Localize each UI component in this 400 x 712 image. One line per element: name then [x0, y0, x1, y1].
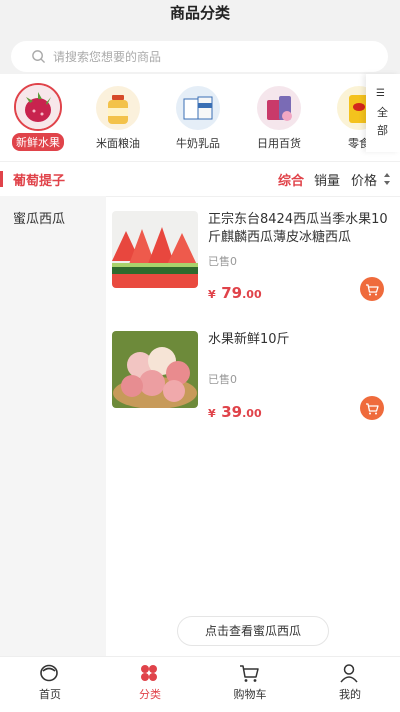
list-icon: ☰ [376, 88, 385, 99]
view-more-button[interactable]: 点击查看蜜瓜西瓜 [177, 616, 329, 646]
sidebar-item-melon[interactable]: 蜜瓜西瓜 [13, 208, 65, 227]
tab-profile[interactable]: 我的 [300, 657, 400, 712]
sort-arrows-icon [384, 173, 390, 185]
all-label-line1: 全 [377, 106, 388, 119]
price-currency: ¥ [208, 407, 216, 420]
all-categories-button[interactable]: ☰ 全 部 [366, 74, 400, 152]
tab-label: 购物车 [233, 688, 267, 701]
search-placeholder: 请搜索您想要的商品 [53, 50, 162, 64]
oil-bottle-icon [96, 86, 140, 130]
bottom-tab-bar: 首页 分类 购物车 我的 [0, 656, 400, 712]
product-title: 水果新鲜10斤 [208, 332, 290, 347]
search-area: 请搜索您想要的商品 [0, 28, 400, 74]
add-to-cart-button[interactable] [360, 277, 384, 301]
category-fresh-fruit[interactable]: 新鲜水果 [7, 82, 69, 154]
product-sold: 已售0 [208, 255, 237, 268]
dragon-fruit-icon [14, 83, 62, 131]
add-to-cart-button[interactable] [360, 396, 384, 420]
product-price: ¥ 39.00 [208, 402, 262, 421]
all-label-line2: 部 [377, 124, 388, 137]
price-currency: ¥ [208, 288, 216, 301]
price-integer: 79 [221, 284, 243, 302]
category-grain-oil[interactable]: 米面粮油 [87, 82, 149, 154]
subcategory-bar: 葡萄提子 综合 销量 价格 [0, 161, 400, 197]
sort-comprehensive[interactable]: 综合 [278, 170, 304, 189]
tab-cart[interactable]: 购物车 [200, 657, 300, 712]
tab-label: 分类 [139, 688, 161, 701]
product-sold: 已售0 [208, 373, 237, 386]
category-daily-goods[interactable]: 日用百货 [248, 82, 310, 154]
tab-home[interactable]: 首页 [0, 657, 100, 712]
search-input[interactable]: 请搜索您想要的商品 [11, 41, 388, 72]
apple-image [112, 331, 198, 408]
subcategory-marker [0, 171, 3, 187]
category-label: 日用百货 [257, 137, 301, 150]
category-label: 米面粮油 [96, 137, 140, 150]
subcategory-title: 葡萄提子 [13, 174, 66, 189]
tab-label: 首页 [39, 688, 61, 701]
category-icon [141, 665, 157, 681]
home-icon [40, 664, 58, 682]
price-integer: 39 [221, 403, 243, 421]
category-label: 牛奶乳品 [176, 137, 220, 150]
product-card[interactable]: 正宗东台8424西瓜当季水果10斤麒麟西瓜薄皮冰糖西瓜 已售0 ¥ 79.00 [112, 211, 392, 321]
tab-label: 我的 [339, 688, 361, 701]
tab-category[interactable]: 分类 [100, 657, 200, 712]
search-icon [32, 50, 45, 63]
price-decimal: .00 [242, 407, 262, 420]
product-card[interactable]: 水果新鲜10斤 已售0 ¥ 39.00 [112, 331, 392, 441]
sort-price[interactable]: 价格 [351, 170, 377, 189]
product-title: 正宗东台8424西瓜当季水果10斤麒麟西瓜薄皮冰糖西瓜 [208, 212, 388, 245]
product-price: ¥ 79.00 [208, 283, 262, 302]
cart-icon [366, 284, 379, 296]
cart-icon [240, 665, 259, 682]
category-label: 新鲜水果 [12, 133, 64, 151]
cart-icon [366, 403, 379, 415]
page-title: 商品分类 [0, 0, 400, 28]
user-icon [340, 664, 358, 683]
subcategory-sidebar: 蜜瓜西瓜 [0, 196, 106, 656]
category-strip: 新鲜水果 米面粮油 牛奶乳品 日用百货 零食 [0, 74, 400, 156]
daily-goods-icon [257, 86, 301, 130]
milk-box-icon [176, 86, 220, 130]
category-milk-dairy[interactable]: 牛奶乳品 [167, 82, 229, 154]
watermelon-image [112, 211, 198, 288]
price-decimal: .00 [242, 288, 262, 301]
sort-sales[interactable]: 销量 [314, 170, 340, 189]
